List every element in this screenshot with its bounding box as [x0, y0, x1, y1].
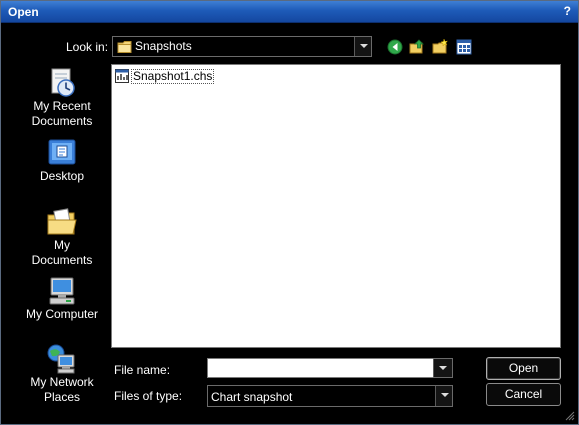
place-label: My Computer: [25, 307, 99, 321]
dialog-title: Open: [8, 5, 39, 19]
desktop-icon: [48, 139, 76, 165]
file-list[interactable]: Snapshot1.chs: [111, 64, 561, 348]
place-label-line2: Documents: [31, 253, 93, 267]
back-icon[interactable]: [387, 39, 403, 55]
place-label: My Recent: [33, 99, 91, 113]
help-button[interactable]: ?: [564, 4, 571, 18]
view-menu-icon[interactable]: [456, 39, 472, 55]
look-in-dropdown[interactable]: Snapshots: [112, 36, 372, 57]
place-label: My: [54, 238, 70, 252]
look-in-label: Look in:: [66, 40, 109, 54]
cancel-button[interactable]: Cancel: [486, 383, 561, 406]
open-button[interactable]: Open: [486, 357, 561, 380]
chevron-down-icon[interactable]: [354, 37, 371, 56]
new-folder-icon[interactable]: [432, 39, 448, 55]
place-my-computer[interactable]: My Computer: [19, 275, 105, 322]
up-folder-icon[interactable]: [409, 39, 425, 55]
folder-icon: [117, 41, 132, 53]
open-dialog: Open ? Look in: Snapshots My Recent Docu…: [0, 0, 579, 425]
my-computer-icon: [49, 277, 75, 305]
file-name-history-dropdown[interactable]: [433, 358, 453, 378]
place-my-documents[interactable]: My Documents: [19, 206, 105, 268]
recent-documents-icon: [51, 68, 75, 97]
file-name-label: File name:: [114, 363, 171, 377]
file-name: Snapshot1.chs: [131, 68, 215, 84]
places-bar: My Recent Documents Desktop My Documents: [19, 65, 105, 405]
title-bar[interactable]: Open ?: [1, 1, 578, 23]
place-my-recent-documents[interactable]: My Recent Documents: [19, 67, 105, 129]
file-name-input[interactable]: [207, 358, 434, 378]
place-label: Desktop: [39, 169, 85, 183]
look-in-value: Snapshots: [135, 39, 192, 53]
file-type-value: Chart snapshot: [211, 390, 293, 404]
place-label-line2: Documents: [31, 114, 93, 128]
place-label-line2: Places: [43, 390, 81, 404]
chart-file-icon: [115, 69, 129, 83]
chevron-down-icon[interactable]: [433, 359, 452, 377]
files-of-type-label: Files of type:: [114, 389, 183, 403]
my-documents-icon: [47, 208, 77, 235]
place-desktop[interactable]: Desktop: [19, 137, 105, 184]
file-type-dropdown[interactable]: Chart snapshot: [207, 385, 453, 407]
resize-grip-icon[interactable]: [565, 411, 575, 421]
place-label: My Network: [30, 375, 94, 389]
network-places-icon: [47, 344, 75, 374]
file-item[interactable]: Snapshot1.chs: [115, 68, 215, 84]
place-my-network-places[interactable]: My Network Places: [19, 343, 105, 405]
chevron-down-icon[interactable]: [435, 386, 452, 406]
